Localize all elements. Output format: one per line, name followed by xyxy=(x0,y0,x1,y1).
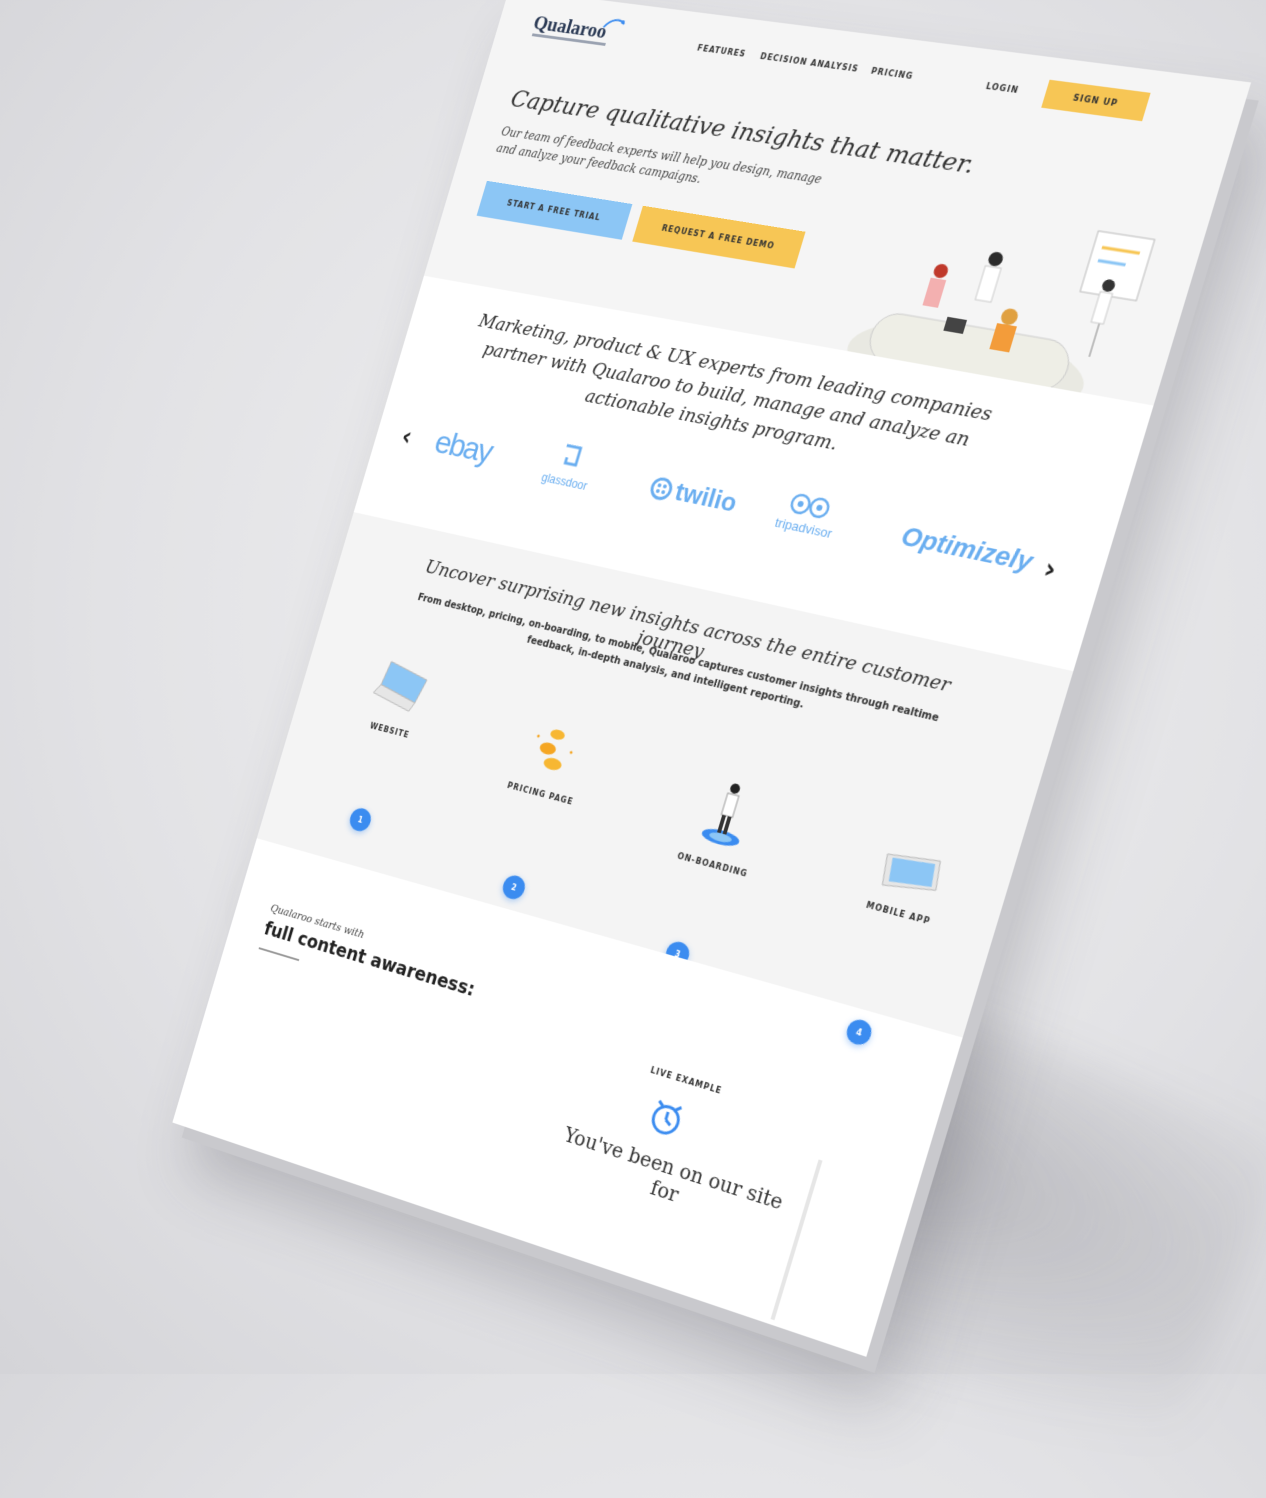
stage: Qualaroo FEATURES DECISION ANALYSIS PRIC… xyxy=(0,0,1266,1374)
glassdoor-icon xyxy=(556,441,587,474)
twilio-logo: twilio xyxy=(671,476,741,518)
tripadvisor-owl-icon xyxy=(786,489,834,521)
start-trial-button[interactable]: START A FREE TRIAL xyxy=(476,180,633,240)
step-pricing-label: PRICING PAGE xyxy=(506,781,575,807)
live-example-label: LIVE EXAMPLE xyxy=(649,1065,723,1096)
laptop-icon xyxy=(366,655,439,721)
carousel-next-arrow[interactable]: › xyxy=(1040,554,1060,587)
request-demo-button[interactable]: REQUEST A FREE DEMO xyxy=(632,205,806,269)
step-4-badge: 4 xyxy=(843,1016,875,1048)
carousel-prev-arrow[interactable]: ‹ xyxy=(398,423,415,452)
tripadvisor-logo-wrap: tripadvisor xyxy=(773,488,842,541)
coins-icon xyxy=(536,728,573,772)
glassdoor-logo: glassdoor xyxy=(539,470,589,493)
optimizely-logo: Optimizely xyxy=(897,520,1037,578)
step-mobile[interactable]: MOBILE APP xyxy=(843,837,971,932)
website-mockup: Qualaroo FEATURES DECISION ANALYSIS PRIC… xyxy=(172,0,1252,1357)
nav-pricing[interactable]: PRICING xyxy=(870,67,914,81)
step-website[interactable]: WEBSITE xyxy=(343,651,456,747)
top-nav: Qualaroo FEATURES DECISION ANALYSIS PRIC… xyxy=(492,0,1251,148)
tablet-icon xyxy=(869,842,951,904)
nav-login[interactable]: LOGIN xyxy=(985,82,1020,95)
ebay-logo: ebay xyxy=(430,423,497,471)
glassdoor-logo-wrap: glassdoor xyxy=(540,439,599,493)
logo-swoosh-icon xyxy=(601,14,628,34)
step-onboarding-label: ON-BOARDING xyxy=(676,851,749,879)
step-pricing[interactable]: PRICING PAGE xyxy=(487,707,615,812)
twilio-icon xyxy=(647,475,675,502)
person-on-platform-icon xyxy=(700,782,742,850)
twilio-logo-wrap: twilio xyxy=(646,471,741,518)
step-onboarding[interactable]: ON-BOARDING xyxy=(656,765,794,884)
nav-features[interactable]: FEATURES xyxy=(696,44,747,59)
nav-decision-analysis[interactable]: DECISION ANALYSIS xyxy=(759,52,860,74)
awareness-divider xyxy=(258,947,300,962)
alarm-clock-icon xyxy=(644,1093,689,1142)
step-1-badge: 1 xyxy=(347,805,374,834)
signup-button[interactable]: SIGN UP xyxy=(1041,79,1151,122)
step-2-badge: 2 xyxy=(500,873,528,902)
